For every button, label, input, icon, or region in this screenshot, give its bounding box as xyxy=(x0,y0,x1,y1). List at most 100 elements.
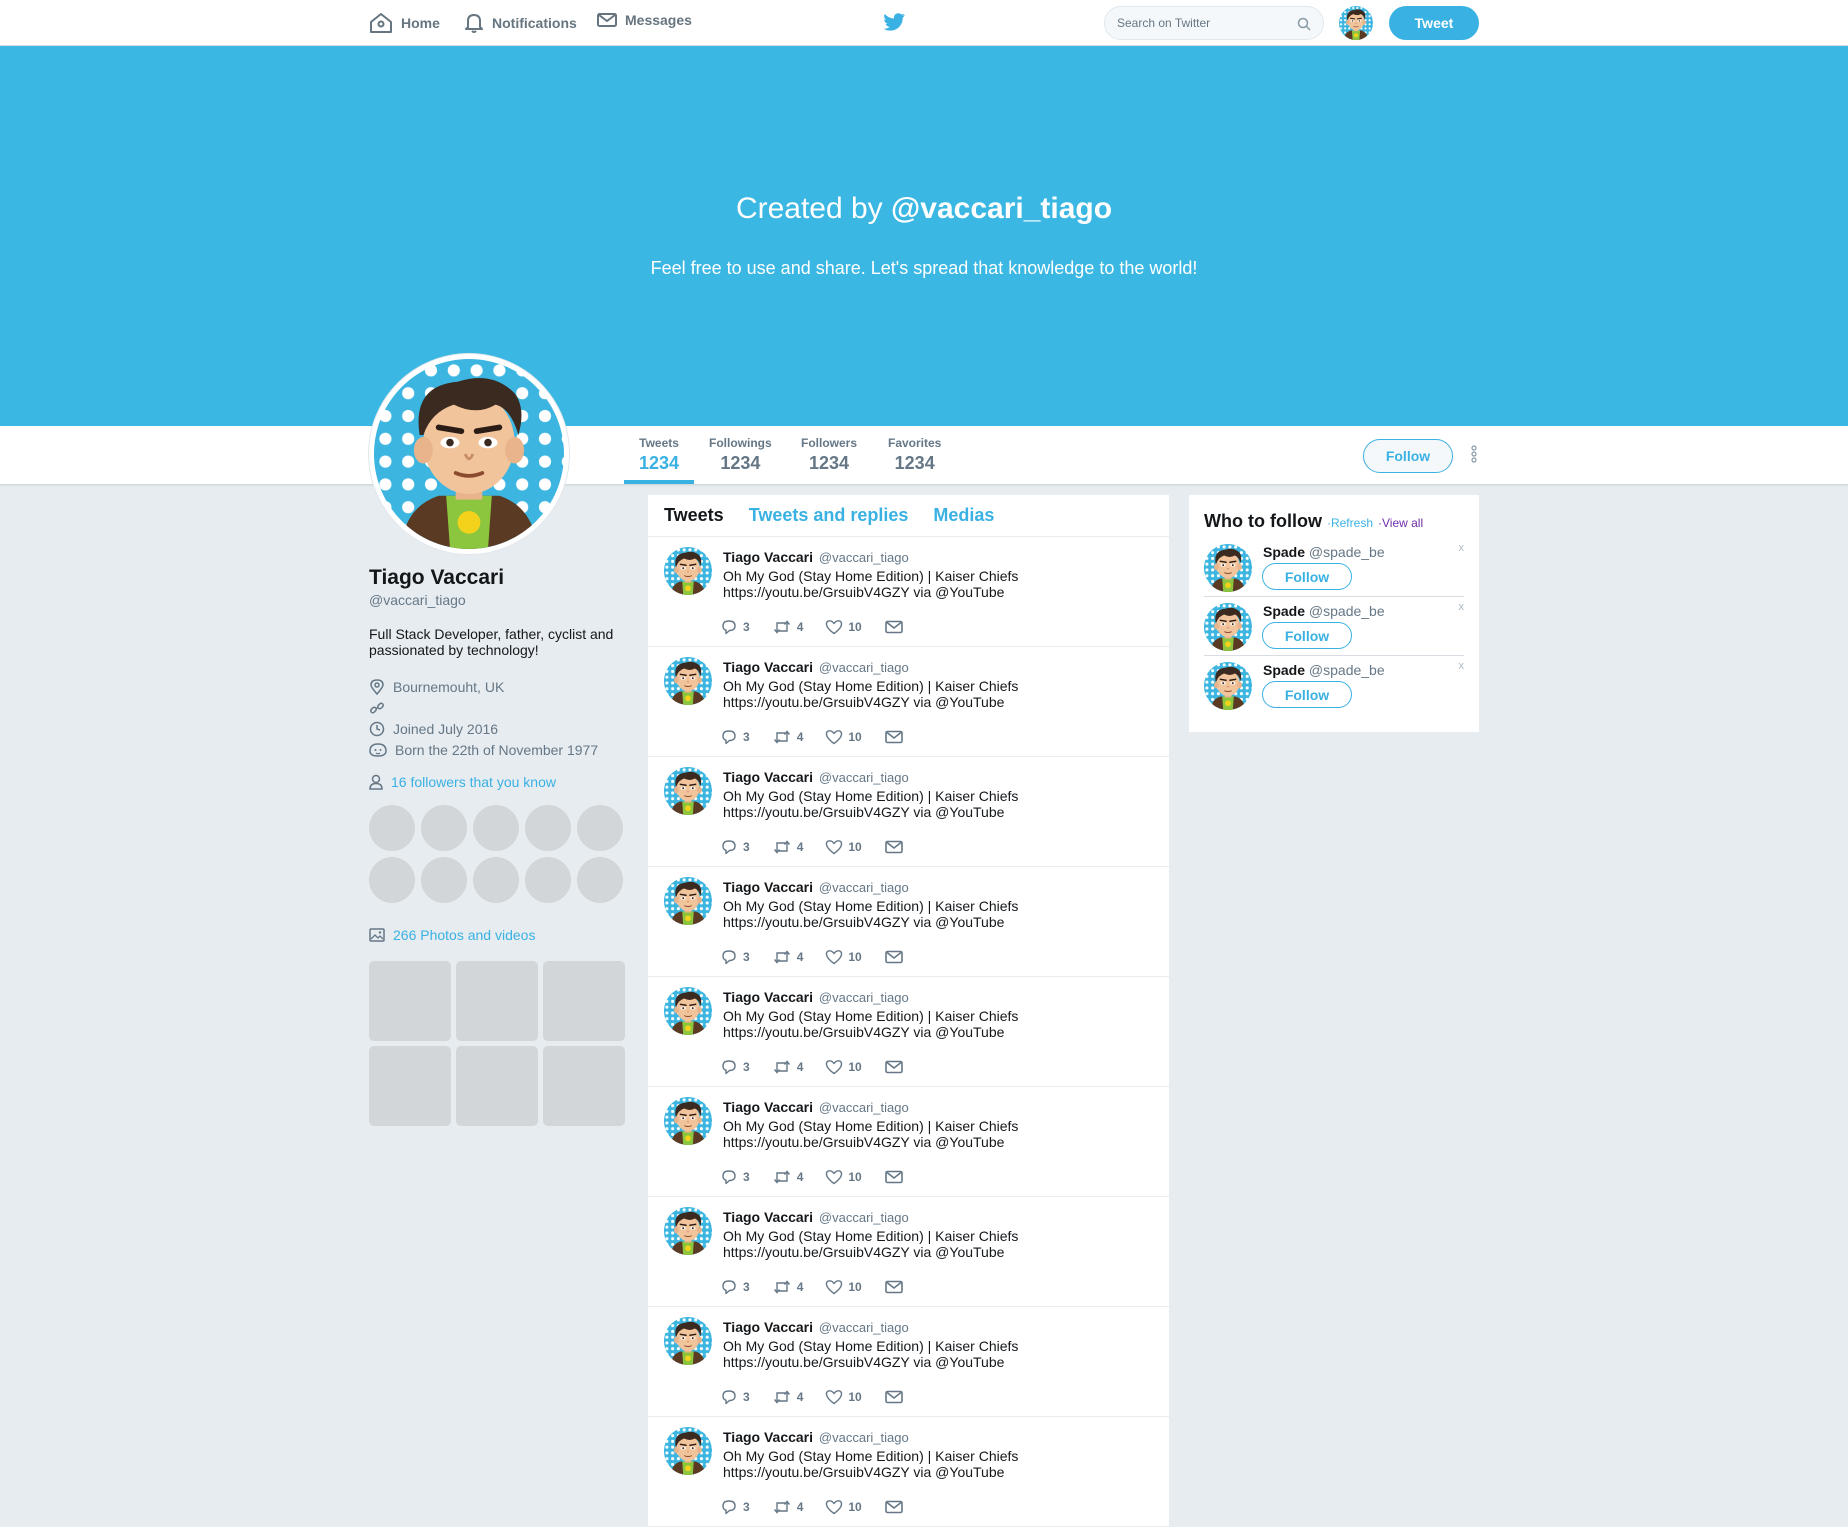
media-thumbnail[interactable] xyxy=(369,961,451,1041)
like-button[interactable]: 10 xyxy=(825,1059,862,1075)
retweet-button[interactable]: 4 xyxy=(772,1279,803,1295)
tweet-author-name[interactable]: Tiago Vaccari xyxy=(723,549,813,565)
direct-message-button[interactable] xyxy=(884,1169,904,1185)
profile-website[interactable] xyxy=(369,697,625,718)
reply-button[interactable]: 3 xyxy=(720,1279,750,1295)
dismiss-suggestion-button[interactable]: x xyxy=(1459,542,1465,554)
stat-tweets[interactable]: Tweets 1234 xyxy=(639,436,679,474)
tweet-author-handle[interactable]: @vaccari_tiago xyxy=(819,770,909,785)
dismiss-suggestion-button[interactable]: x xyxy=(1459,660,1465,672)
reply-button[interactable]: 3 xyxy=(720,619,750,635)
tweet-author-handle[interactable]: @vaccari_tiago xyxy=(819,1430,909,1445)
direct-message-button[interactable] xyxy=(884,1389,904,1405)
suggestion-avatar[interactable] xyxy=(1204,544,1252,592)
tweet-author-handle[interactable]: @vaccari_tiago xyxy=(819,550,909,565)
suggestion-avatar[interactable] xyxy=(1204,662,1252,710)
followers-you-know-link[interactable]: 16 followers that you know xyxy=(369,774,625,790)
tweet-author-name[interactable]: Tiago Vaccari xyxy=(723,989,813,1005)
tweet-text-line2[interactable]: https://youtu.be/GrsuibV4GZY via @YouTub… xyxy=(723,804,1123,820)
follower-avatar-placeholder[interactable] xyxy=(577,857,623,903)
media-thumbnail[interactable] xyxy=(543,1046,625,1126)
media-thumbnail[interactable] xyxy=(456,1046,538,1126)
retweet-button[interactable]: 4 xyxy=(772,1499,803,1515)
tweet-author-handle[interactable]: @vaccari_tiago xyxy=(819,1100,909,1115)
refresh-link[interactable]: ·Refresh xyxy=(1327,516,1373,530)
tweet[interactable]: Tiago Vaccari @vaccari_tiago Oh My God (… xyxy=(648,1087,1169,1197)
tweet-author-name[interactable]: Tiago Vaccari xyxy=(723,1319,813,1335)
tweet[interactable]: Tiago Vaccari @vaccari_tiago Oh My God (… xyxy=(648,867,1169,977)
tweet-author-handle[interactable]: @vaccari_tiago xyxy=(819,1320,909,1335)
follower-avatar-placeholder[interactable] xyxy=(473,805,519,851)
media-thumbnail[interactable] xyxy=(543,961,625,1041)
profile-avatar[interactable] xyxy=(369,354,569,554)
tweet-author-handle[interactable]: @vaccari_tiago xyxy=(819,1210,909,1225)
suggestion-handle[interactable]: @spade_be xyxy=(1309,603,1385,619)
tweet-avatar[interactable] xyxy=(664,657,712,705)
follower-avatar-placeholder[interactable] xyxy=(525,857,571,903)
direct-message-button[interactable] xyxy=(884,949,904,965)
stat-followings[interactable]: Followings 1234 xyxy=(709,436,772,474)
tweet-avatar[interactable] xyxy=(664,1097,712,1145)
refresh-link-text[interactable]: Refresh xyxy=(1331,516,1373,530)
reply-button[interactable]: 3 xyxy=(720,839,750,855)
direct-message-button[interactable] xyxy=(884,729,904,745)
like-button[interactable]: 10 xyxy=(825,619,862,635)
direct-message-button[interactable] xyxy=(884,839,904,855)
retweet-button[interactable]: 4 xyxy=(772,949,803,965)
suggestion-avatar[interactable] xyxy=(1204,603,1252,651)
tweet-avatar[interactable] xyxy=(664,877,712,925)
tweet-text-line2[interactable]: https://youtu.be/GrsuibV4GZY via @YouTub… xyxy=(723,914,1123,930)
tweet[interactable]: Tiago Vaccari @vaccari_tiago Oh My God (… xyxy=(648,1307,1169,1417)
tweet-button[interactable]: Tweet xyxy=(1389,6,1479,40)
tweet-author-handle[interactable]: @vaccari_tiago xyxy=(819,880,909,895)
tweet-avatar[interactable] xyxy=(664,1427,712,1475)
tweet-text-line2[interactable]: https://youtu.be/GrsuibV4GZY via @YouTub… xyxy=(723,1464,1123,1480)
like-button[interactable]: 10 xyxy=(825,1279,862,1295)
media-thumbnail[interactable] xyxy=(456,961,538,1041)
reply-button[interactable]: 3 xyxy=(720,1499,750,1515)
like-button[interactable]: 10 xyxy=(825,1169,862,1185)
photos-videos-link[interactable]: 266 Photos and videos xyxy=(369,927,625,943)
view-all-link-text[interactable]: View all xyxy=(1382,516,1423,530)
search-input[interactable] xyxy=(1117,7,1287,39)
like-button[interactable]: 10 xyxy=(825,1499,862,1515)
suggestion-display-name[interactable]: Spade xyxy=(1263,662,1305,678)
tweet-avatar[interactable] xyxy=(664,1207,712,1255)
tweet-text-line2[interactable]: https://youtu.be/GrsuibV4GZY via @YouTub… xyxy=(723,584,1123,600)
tweet-author-name[interactable]: Tiago Vaccari xyxy=(723,1209,813,1225)
tweet-text-line2[interactable]: https://youtu.be/GrsuibV4GZY via @YouTub… xyxy=(723,1244,1123,1260)
suggestion-display-name[interactable]: Spade xyxy=(1263,544,1305,560)
view-all-link[interactable]: ·View all xyxy=(1378,516,1423,530)
tweet-author-handle[interactable]: @vaccari_tiago xyxy=(819,990,909,1005)
suggestion-follow-button[interactable]: Follow xyxy=(1262,681,1352,708)
tweet-avatar[interactable] xyxy=(664,547,712,595)
suggestion-follow-button[interactable]: Follow xyxy=(1262,622,1352,649)
tweet[interactable]: Tiago Vaccari @vaccari_tiago Oh My God (… xyxy=(648,647,1169,757)
tweet-author-handle[interactable]: @vaccari_tiago xyxy=(819,660,909,675)
retweet-button[interactable]: 4 xyxy=(772,1389,803,1405)
suggestion-name[interactable]: Spade @spade_be xyxy=(1263,603,1385,619)
follower-avatar-placeholder[interactable] xyxy=(369,805,415,851)
search-icon[interactable] xyxy=(1297,17,1311,31)
stat-followers[interactable]: Followers 1234 xyxy=(801,436,857,474)
tweet-avatar[interactable] xyxy=(664,1317,712,1365)
tweet-avatar[interactable] xyxy=(664,767,712,815)
retweet-button[interactable]: 4 xyxy=(772,619,803,635)
media-thumbnail[interactable] xyxy=(369,1046,451,1126)
direct-message-button[interactable] xyxy=(884,619,904,635)
tab-medias[interactable]: Medias xyxy=(933,505,994,526)
follower-avatar-placeholder[interactable] xyxy=(577,805,623,851)
tweet-text-line2[interactable]: https://youtu.be/GrsuibV4GZY via @YouTub… xyxy=(723,1134,1123,1150)
tweet-avatar[interactable] xyxy=(664,987,712,1035)
profile-handle[interactable]: @vaccari_tiago xyxy=(369,592,625,608)
retweet-button[interactable]: 4 xyxy=(772,839,803,855)
nav-home[interactable]: Home xyxy=(369,12,440,34)
tweet-author-name[interactable]: Tiago Vaccari xyxy=(723,1429,813,1445)
more-vertical-icon[interactable] xyxy=(1471,444,1477,464)
tweet[interactable]: Tiago Vaccari @vaccari_tiago Oh My God (… xyxy=(648,537,1169,647)
tweet-text-line2[interactable]: https://youtu.be/GrsuibV4GZY via @YouTub… xyxy=(723,694,1123,710)
follow-button[interactable]: Follow xyxy=(1363,439,1453,473)
retweet-button[interactable]: 4 xyxy=(772,1169,803,1185)
suggestion-follow-button[interactable]: Follow xyxy=(1262,563,1352,590)
tweet-author-name[interactable]: Tiago Vaccari xyxy=(723,769,813,785)
